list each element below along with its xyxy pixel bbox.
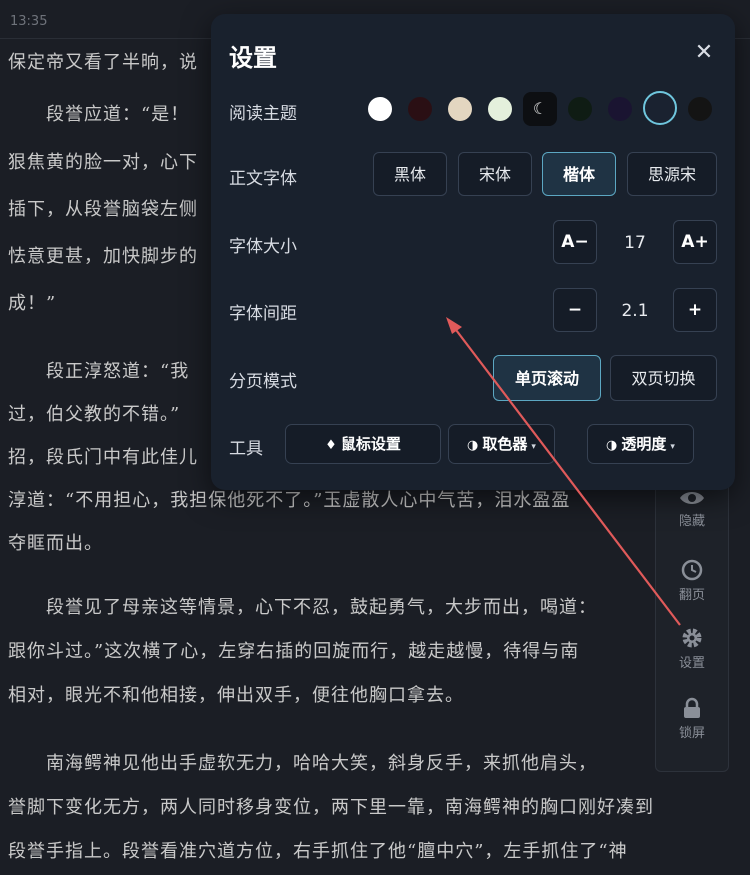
toolbar-label: 设置 bbox=[678, 656, 705, 671]
font-label: 正文字体 bbox=[229, 169, 297, 189]
text-line: 誉脚下变化无方，两人同时移身变位，两下里一靠，南海鳄神的胸口刚好凑到 bbox=[8, 797, 654, 818]
toolbar-label: 翻页 bbox=[678, 588, 705, 603]
spacing-value: 2.1 bbox=[621, 301, 649, 321]
eye-icon bbox=[680, 492, 704, 504]
font-size-label: 字体大小 bbox=[229, 237, 297, 257]
lock-icon bbox=[684, 697, 700, 718]
font-option-kaiti[interactable]: 楷体 bbox=[542, 152, 616, 196]
toolbar-hide[interactable]: 隐藏 bbox=[656, 489, 728, 529]
theme-swatch-black[interactable] bbox=[688, 97, 712, 121]
text-line: 段誉手指上。段誉看准穴道方位，右手抓住了他“膻中穴”，左手抓住了“神 bbox=[8, 841, 628, 862]
toolbar-lock[interactable]: 锁屏 bbox=[656, 697, 728, 741]
theme-label: 阅读主题 bbox=[229, 104, 297, 124]
font-option-heiti[interactable]: 黑体 bbox=[373, 152, 447, 196]
opacity-label: 透明度 bbox=[621, 435, 667, 453]
text-line: 相对，眼光不和他相接，伸出双手，便往他胸口拿去。 bbox=[8, 685, 464, 706]
theme-swatch-selected[interactable] bbox=[643, 91, 677, 125]
reader-toolbar: 隐藏 翻页 设置 锁屏 bbox=[655, 470, 729, 772]
font-size-value: 17 bbox=[624, 233, 646, 253]
spacing-label: 字体间距 bbox=[229, 304, 297, 324]
theme-swatch-dark-green[interactable] bbox=[568, 97, 592, 121]
paging-label: 分页模式 bbox=[229, 372, 297, 392]
contrast-icon: ◑ bbox=[606, 438, 618, 453]
mouse-icon: ♦ bbox=[325, 438, 337, 453]
theme-swatch-white[interactable] bbox=[368, 97, 392, 121]
moon-icon: ☾ bbox=[532, 99, 548, 118]
chevron-down-icon: ▾ bbox=[531, 442, 536, 452]
toolbar-settings[interactable]: 设置 bbox=[656, 627, 728, 671]
mouse-settings-button[interactable]: ♦ 鼠标设置 bbox=[285, 424, 441, 464]
chevron-down-icon: ▾ bbox=[670, 442, 675, 452]
text-line: 南海鳄神见他出手虚软无力，哈哈大笑，斜身反手，来抓他肩头， bbox=[8, 753, 597, 774]
text-line: 段誉见了母亲这等情景，心下不忍，鼓起勇气，大步而出，喝道： bbox=[8, 597, 597, 618]
text-line: 淳道：“不用担心，我担保他死不了。”玉虚散人心中气苦，泪水盈盈 bbox=[8, 490, 571, 511]
theme-swatch-beige[interactable] bbox=[448, 97, 472, 121]
opacity-button[interactable]: ◑ 透明度 ▾ bbox=[587, 424, 694, 464]
settings-panel: 设置 ✕ 阅读主题 ☾ 正文字体 黑体 宋体 楷体 思源宋 字体大小 A− 17… bbox=[211, 14, 735, 490]
paging-single-scroll[interactable]: 单页滚动 bbox=[493, 355, 601, 401]
font-size-decrease-button[interactable]: A− bbox=[553, 220, 597, 264]
text-line: 夺眶而出。 bbox=[8, 533, 103, 554]
spacing-decrease-button[interactable]: − bbox=[553, 288, 597, 332]
settings-title: 设置 bbox=[229, 44, 277, 72]
close-button[interactable]: ✕ bbox=[691, 40, 717, 66]
theme-swatch-light-green[interactable] bbox=[488, 97, 512, 121]
mouse-settings-label: 鼠标设置 bbox=[340, 435, 401, 453]
gear-icon bbox=[682, 628, 702, 648]
toolbar-page-turn[interactable]: 翻页 bbox=[656, 559, 728, 603]
toolbar-label: 锁屏 bbox=[678, 726, 705, 741]
contrast-icon: ◑ bbox=[467, 438, 479, 453]
font-size-increase-button[interactable]: A+ bbox=[673, 220, 717, 264]
theme-swatch-dark-red[interactable] bbox=[408, 97, 432, 121]
text-line: 跟你斗过。”这次横了心，左穿右插的回旋而行，越走越慢，待得与南 bbox=[8, 641, 580, 662]
font-option-songti[interactable]: 宋体 bbox=[458, 152, 532, 196]
tools-label: 工具 bbox=[229, 439, 263, 459]
theme-swatch-dark-purple[interactable] bbox=[608, 97, 632, 121]
status-time: 13:35 bbox=[10, 14, 48, 29]
color-picker-label: 取色器 bbox=[482, 435, 528, 453]
toolbar-label: 隐藏 bbox=[678, 514, 705, 529]
clock-icon bbox=[681, 559, 703, 581]
theme-swatches: ☾ bbox=[366, 91, 716, 126]
paging-double-switch[interactable]: 双页切换 bbox=[610, 355, 717, 401]
spacing-increase-button[interactable]: + bbox=[673, 288, 717, 332]
color-picker-button[interactable]: ◑ 取色器 ▾ bbox=[448, 424, 555, 464]
theme-swatch-night[interactable]: ☾ bbox=[523, 92, 557, 126]
font-option-siyuansong[interactable]: 思源宋 bbox=[627, 152, 717, 196]
